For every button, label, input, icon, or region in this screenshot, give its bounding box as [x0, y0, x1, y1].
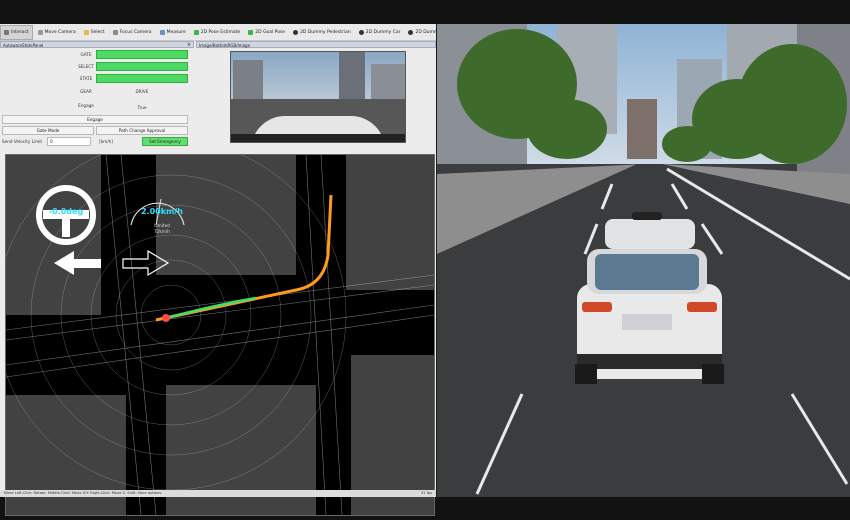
close-icon[interactable]: × [187, 42, 191, 49]
rviz-window: Interact Move Camera Select Focus Camera… [0, 24, 451, 516]
velocity-unit-label: [km/h] [99, 139, 113, 144]
path-change-approval-button[interactable]: Path Change Approval [96, 126, 188, 135]
state-status [96, 74, 188, 83]
gear-value: DRIVE [135, 89, 149, 94]
tool-goal-pose[interactable]: 2D Goal Pose [245, 26, 288, 39]
ego-vehicle-marker [162, 314, 170, 322]
select-icon [83, 29, 89, 35]
status-bar: Move Left-Click: Rotate. Middle-Click: M… [0, 490, 436, 497]
simulator-scene [437, 24, 850, 497]
interact-icon [4, 29, 9, 35]
tool-label: 2D Goal Pose [255, 29, 286, 35]
speed-limit-label: Limited [154, 223, 170, 228]
image-panel-header: Image/BottomRGB/Image [196, 41, 436, 48]
speed-limit-value: 72km/h [154, 229, 170, 234]
velocity-limit-input[interactable]: 0 [47, 137, 91, 146]
tool-focus-camera[interactable]: Focus Camera [110, 26, 155, 39]
camera-dashboard [231, 134, 405, 142]
velocity-limit-label: Send Velocity Limit [2, 139, 43, 144]
tool-dummy-car[interactable]: 2D Dummy Car [356, 26, 404, 39]
ruler-icon [159, 29, 165, 35]
engage-value: True [137, 105, 147, 110]
tool-label: 2D Dummy Car [365, 29, 401, 35]
status-hint: Move Left-Click: Rotate. Middle-Click: M… [4, 491, 163, 495]
bus-icon [408, 29, 414, 35]
tool-label: Move Camera [44, 29, 76, 35]
tool-label: 2D Pose Estimate [200, 29, 241, 35]
select-status [96, 62, 188, 71]
autoware-state-panel: GATE SELECT STATE GEAR DRIVE Engage True… [0, 49, 195, 159]
tool-label: Focus Camera [119, 29, 152, 35]
car-icon [358, 29, 364, 35]
tool-select[interactable]: Select [81, 26, 108, 39]
tool-move-camera[interactable]: Move Camera [35, 26, 79, 39]
tool-bar: Interact Move Camera Select Focus Camera… [0, 24, 451, 41]
fps-readout: 31 fps [420, 491, 432, 495]
tool-pose-estimate[interactable]: 2D Pose Estimate [191, 26, 244, 39]
simulator-view [437, 24, 850, 497]
focus-icon [112, 29, 118, 35]
building [233, 60, 263, 104]
state-panel-header: AutowareStatePanel × [0, 41, 194, 48]
3d-visualization-view[interactable]: -0.0deg 2.00km/h Limited 72km/h [5, 154, 435, 516]
gate-status [96, 50, 188, 59]
panel-title: AutowareStatePanel [3, 43, 44, 48]
panel-title: Image/BottomRGB/Image [199, 43, 251, 48]
tool-label: Select [90, 29, 105, 35]
arrow-green-icon [248, 29, 254, 35]
engage-button[interactable]: Engage [2, 115, 188, 124]
steering-angle-readout: -0.0deg [48, 207, 84, 216]
gate-mode-button[interactable]: Gate Mode [2, 126, 94, 135]
building-far [627, 99, 657, 159]
tool-label: Measure [166, 29, 186, 35]
building [339, 52, 365, 104]
camera-image-view [230, 51, 406, 143]
tool-measure[interactable]: Measure [157, 26, 189, 39]
tool-label: Interact [11, 29, 29, 35]
pedestrian-icon [293, 29, 299, 35]
set-emergency-button[interactable]: Set Emergency [142, 137, 188, 146]
arrow-green-icon [193, 29, 199, 35]
tool-label: 2D Dummy Pedestrian [300, 29, 351, 35]
camera-icon [37, 29, 43, 35]
top-letterbox [0, 0, 850, 24]
tool-interact[interactable]: Interact [0, 24, 33, 40]
tool-dummy-pedestrian[interactable]: 2D Dummy Pedestrian [290, 26, 354, 39]
speed-readout: 2.00km/h [140, 207, 183, 216]
